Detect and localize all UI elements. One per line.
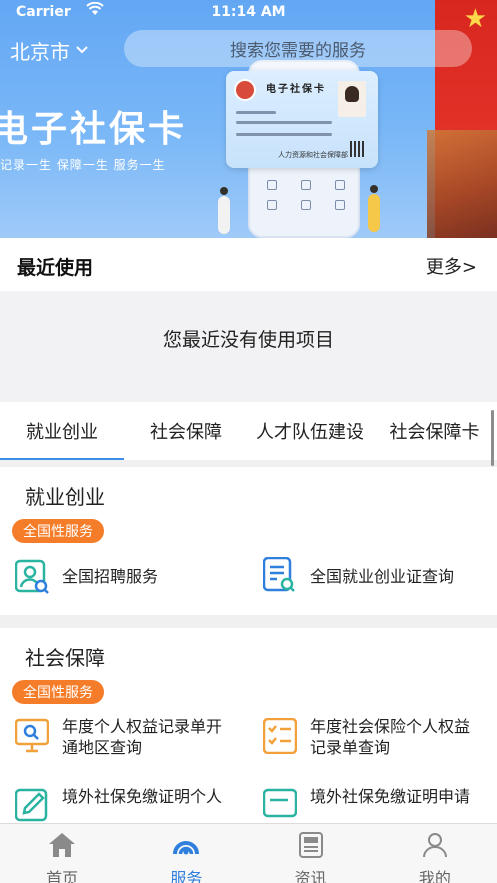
checklist-icon bbox=[262, 717, 298, 755]
category-tabs: 就业创业 社会保障 人才队伍建设 社会保障卡 bbox=[0, 402, 497, 460]
qr-code-icon bbox=[350, 141, 366, 157]
city-selector[interactable]: 北京市 bbox=[10, 36, 88, 65]
tabbar-service[interactable]: 服务 bbox=[124, 824, 248, 883]
service-item-employment-certificate[interactable]: 全国就业创业证查询 bbox=[262, 556, 485, 593]
service-label: 全国招聘服务 bbox=[62, 567, 159, 586]
chevron-down-icon bbox=[76, 43, 88, 58]
home-icon bbox=[48, 832, 76, 862]
job-search-icon bbox=[14, 559, 49, 595]
service-label: 境外社保免缴证明个人 bbox=[62, 787, 223, 806]
more-link[interactable]: 更多> bbox=[426, 253, 477, 279]
bottom-tab-bar: 首页 服务 资讯 我的 bbox=[0, 823, 497, 883]
search-input[interactable]: 搜索您需要的服务 bbox=[124, 30, 472, 67]
nationwide-badge: 全国性服务 bbox=[12, 519, 104, 543]
tabbar-news[interactable]: 资讯 bbox=[249, 824, 373, 883]
tab-talent[interactable]: 人才队伍建设 bbox=[248, 402, 372, 460]
banner-slogan: 记录一生 保障一生 服务一生 bbox=[0, 158, 166, 172]
banner-title: 电子社保卡 bbox=[0, 109, 188, 150]
tabbar-home[interactable]: 首页 bbox=[0, 824, 124, 883]
card-issuer: 人力资源和社会保障部 bbox=[278, 151, 348, 159]
tab-employment[interactable]: 就业创业 bbox=[0, 402, 124, 460]
tabbar-mine[interactable]: 我的 bbox=[373, 824, 497, 883]
service-item-rights-record-regions[interactable]: 年度个人权益记录单开通地区查询 bbox=[14, 717, 237, 758]
service-label: 年度个人权益记录单开通地区查询 bbox=[62, 717, 223, 757]
service-item-overseas-exemption-personal[interactable]: 境外社保免缴证明个人 bbox=[14, 786, 237, 822]
section-title: 社会保障 bbox=[25, 646, 105, 670]
city-label: 北京市 bbox=[10, 40, 70, 64]
social-security-card-illustration: 电子社保卡 人力资源和社会保障部 bbox=[226, 71, 378, 168]
recent-empty-state: 您最近没有使用项目 bbox=[0, 291, 497, 402]
tabbar-label: 资讯 bbox=[294, 869, 327, 883]
service-item-rights-record-query[interactable]: 年度社会保险个人权益记录单查询 bbox=[262, 717, 485, 758]
monitor-search-icon bbox=[14, 718, 50, 754]
edit-document-icon bbox=[14, 786, 49, 822]
section-employment: 就业创业 全国性服务 全国招聘服务 全国就业创业证查询 bbox=[0, 467, 497, 615]
recent-header: 最近使用 更多> bbox=[0, 238, 497, 291]
scrollbar[interactable] bbox=[491, 410, 494, 466]
person-illustration bbox=[368, 185, 380, 232]
empty-message: 您最近没有使用项目 bbox=[162, 329, 334, 351]
service-icon bbox=[172, 832, 200, 862]
search-placeholder: 搜索您需要的服务 bbox=[230, 41, 366, 61]
section-title: 就业创业 bbox=[25, 485, 105, 509]
emblem-icon bbox=[234, 79, 256, 101]
tabbar-label: 我的 bbox=[418, 869, 451, 883]
person-illustration bbox=[218, 187, 230, 234]
great-wall-decoration bbox=[427, 130, 497, 238]
hero-banner[interactable]: ★ 电子社保卡 记录一生 保障一生 服务一生 电子社保卡 人力资源和社会保障部 … bbox=[0, 0, 497, 238]
tabbar-label: 服务 bbox=[170, 869, 203, 883]
id-card-icon bbox=[262, 786, 298, 822]
news-icon bbox=[298, 832, 324, 862]
service-item-job-recruitment[interactable]: 全国招聘服务 bbox=[14, 559, 237, 595]
tabbar-label: 首页 bbox=[46, 869, 79, 883]
tab-social-security[interactable]: 社会保障 bbox=[124, 402, 248, 460]
service-label: 全国就业创业证查询 bbox=[310, 567, 455, 586]
status-bar: Carrier 11:14 AM bbox=[0, 0, 497, 24]
section-social-security: 社会保障 全国性服务 年度个人权益记录单开通地区查询 年度社会保险个人权益记录单… bbox=[0, 628, 497, 823]
tab-social-security-card[interactable]: 社会保障卡 bbox=[372, 402, 497, 460]
clock: 11:14 AM bbox=[211, 4, 286, 20]
service-item-overseas-exemption-apply[interactable]: 境外社保免缴证明申请 bbox=[262, 786, 485, 822]
service-label: 境外社保免缴证明申请 bbox=[310, 787, 471, 806]
portrait-photo bbox=[338, 81, 366, 117]
user-icon bbox=[422, 832, 448, 862]
recent-title: 最近使用 bbox=[17, 257, 94, 279]
nationwide-badge: 全国性服务 bbox=[12, 680, 104, 704]
card-title: 电子社保卡 bbox=[266, 84, 326, 95]
service-label: 年度社会保险个人权益记录单查询 bbox=[310, 717, 471, 757]
document-search-icon bbox=[262, 556, 297, 593]
